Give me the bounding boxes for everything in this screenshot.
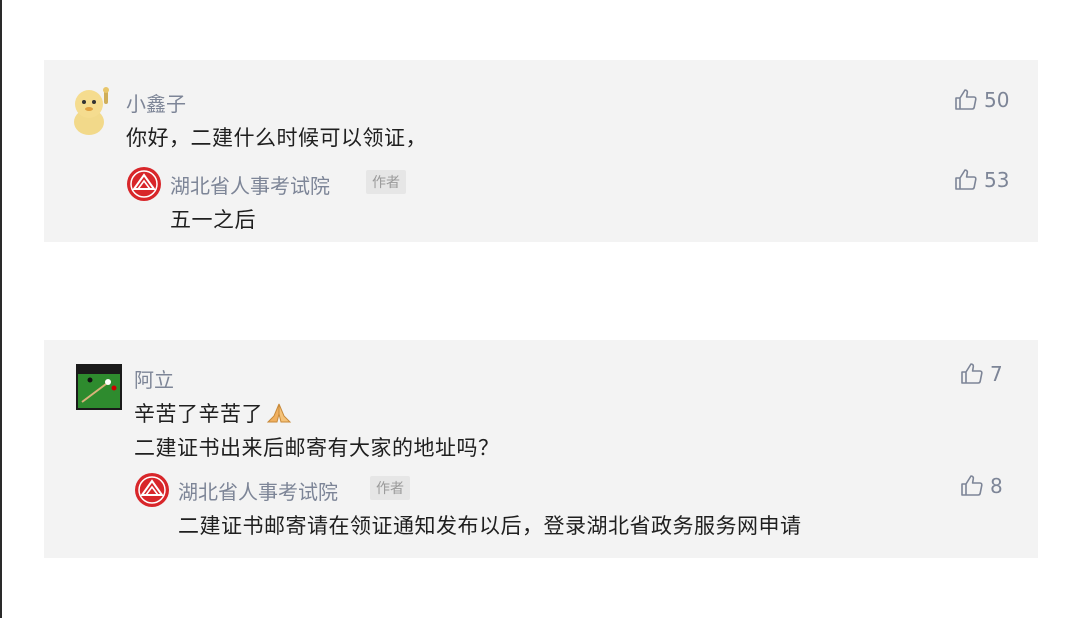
like-count: 50 bbox=[984, 88, 1010, 112]
thumbs-up-icon bbox=[961, 363, 983, 384]
comment-text: 辛苦了辛苦了 bbox=[134, 402, 263, 426]
like-button[interactable]: 50 bbox=[954, 88, 1009, 112]
reply-text: 五一之后 bbox=[170, 208, 256, 232]
thumbs-up-icon bbox=[955, 89, 977, 110]
comment-text-line: 辛苦了辛苦了 bbox=[134, 398, 293, 428]
like-count: 7 bbox=[990, 362, 1003, 386]
reply-author[interactable]: 湖北省人事考试院 bbox=[178, 476, 338, 505]
comment-author[interactable]: 小鑫子 bbox=[126, 88, 186, 117]
author-logo-avatar[interactable] bbox=[134, 472, 170, 508]
comment-card: 阿立 辛苦了辛苦了 二建证书出来后邮寄有大家的地址吗？ 7 湖北省人事考试院 作… bbox=[44, 340, 1038, 558]
comment-text: 二建证书出来后邮寄有大家的地址吗？ bbox=[134, 436, 500, 460]
comment-card: 小鑫子 你好，二建什么时候可以领证， 50 湖北省人事考试院 作者 五一之后 5… bbox=[44, 60, 1038, 242]
screen-left-border bbox=[0, 0, 2, 618]
like-count: 8 bbox=[990, 474, 1003, 498]
comment-text: 你好，二建什么时候可以领证， bbox=[126, 126, 427, 150]
reply-text: 二建证书邮寄请在领证通知发布以后，登录湖北省政务服务网申请 bbox=[178, 514, 802, 538]
comment-author[interactable]: 阿立 bbox=[134, 364, 174, 393]
thumbs-up-icon bbox=[961, 475, 983, 496]
thumbs-up-icon bbox=[955, 169, 977, 190]
author-badge: 作者 bbox=[370, 476, 410, 500]
author-badge: 作者 bbox=[366, 170, 406, 194]
user-avatar[interactable] bbox=[76, 364, 122, 410]
praying-hands-emoji-icon bbox=[266, 403, 292, 423]
user-avatar[interactable] bbox=[70, 86, 112, 136]
like-button[interactable]: 7 bbox=[960, 362, 1003, 386]
reply-like-button[interactable]: 8 bbox=[960, 474, 1003, 498]
author-logo-avatar[interactable] bbox=[126, 166, 162, 202]
like-count: 53 bbox=[984, 168, 1010, 192]
reply-like-button[interactable]: 53 bbox=[954, 168, 1009, 192]
reply-author[interactable]: 湖北省人事考试院 bbox=[170, 170, 330, 199]
